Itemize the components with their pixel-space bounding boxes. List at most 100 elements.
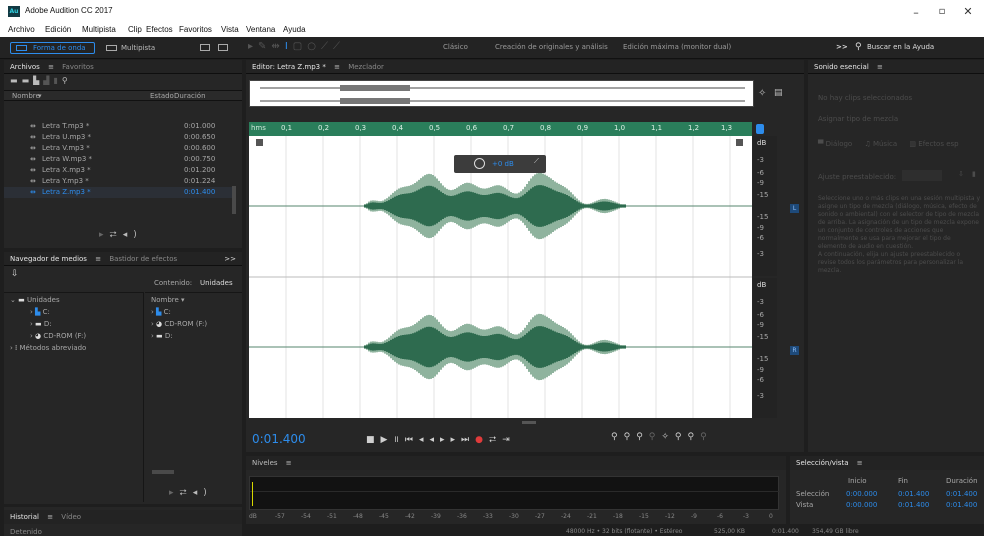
insert-into-multitrack-icon[interactable]: ▟: [43, 76, 53, 85]
tab-archivos[interactable]: Archivos: [10, 63, 40, 71]
menu-item-multipista[interactable]: Multipista: [82, 25, 116, 34]
zoom-in-amplitude-icon[interactable]: ⚲: [611, 432, 624, 442]
editor-menu-icon[interactable]: ≡: [334, 63, 340, 71]
play-icon[interactable]: ▶: [381, 435, 394, 445]
column-duration[interactable]: Duración: [174, 91, 206, 102]
razor-tool-icon[interactable]: ✎: [258, 41, 271, 52]
help-search-field[interactable]: ⚲ Buscar en la Ayuda: [853, 41, 979, 54]
new-file-icon[interactable]: ▙: [33, 76, 43, 85]
spot-heal-tool-icon[interactable]: ⟋: [333, 41, 345, 52]
archivos-menu-icon[interactable]: ≡: [48, 63, 54, 71]
preset-dropdown[interactable]: [902, 170, 942, 181]
maximize-button[interactable]: ▫: [932, 6, 952, 17]
volume-knob-icon[interactable]: [474, 158, 485, 169]
music-type-button[interactable]: ♫ Música: [864, 140, 897, 148]
file-row[interactable]: ⇹ Letra U.mp3 * 0:00.650: [4, 132, 232, 143]
workspace-clasico[interactable]: Clásico: [443, 43, 468, 51]
pitch-view-icon[interactable]: [218, 44, 228, 51]
time-selection-tool-icon[interactable]: I: [285, 41, 293, 52]
tab-video[interactable]: Vídeo: [61, 513, 81, 521]
tab-mezclador[interactable]: Mezclador: [348, 63, 384, 71]
minimize-button[interactable]: –: [906, 6, 926, 19]
menu-item-archivo[interactable]: Archivo: [8, 25, 35, 34]
tree-node-unidades[interactable]: ⌄ ▬ Unidades: [4, 295, 143, 306]
menu-item-edicion[interactable]: Edición: [45, 25, 71, 34]
waveform-area[interactable]: [249, 136, 752, 418]
column-name[interactable]: Nombre: [12, 91, 40, 102]
tab-bastidor-efectos[interactable]: Bastidor de efectos: [109, 255, 177, 263]
waveform-mode-button[interactable]: Forma de onda: [10, 42, 95, 54]
file-row-selected[interactable]: ⇹ Letra Z.mp3 * 0:01.400: [4, 187, 232, 198]
menu-item-favoritos[interactable]: Favoritos: [179, 25, 212, 34]
zoom-out-amplitude-icon[interactable]: ⚲: [624, 432, 637, 442]
menu-item-clip[interactable]: Clip: [128, 25, 142, 34]
sfx-type-button[interactable]: ▥ Efectos esp: [909, 140, 958, 148]
zoom-in-right-icon[interactable]: ⚲: [688, 432, 701, 442]
channel-l-button[interactable]: L: [790, 204, 799, 213]
media-list-header[interactable]: Nombre ▾: [145, 295, 242, 306]
pin-hud-icon[interactable]: ⟋: [534, 157, 539, 166]
hud-panel[interactable]: +0 dB ⟋: [454, 155, 546, 173]
file-row[interactable]: ⇹ Letra V.mp3 * 0:00.600: [4, 143, 232, 154]
media-list-item[interactable]: › ▬ D:: [145, 331, 242, 342]
go-to-end-icon[interactable]: ⏭: [461, 435, 475, 445]
tab-navegador-medios[interactable]: Navegador de medios: [10, 255, 87, 263]
column-state[interactable]: Estado: [150, 91, 174, 102]
multitrack-mode-button[interactable]: Multipista: [104, 42, 155, 54]
pause-icon[interactable]: ॥: [393, 435, 404, 445]
channel-r-button[interactable]: R: [790, 346, 799, 355]
tab-editor[interactable]: Editor: Letra Z.mp3 *: [252, 63, 326, 71]
slip-tool-icon[interactable]: ⇹: [271, 41, 284, 52]
dialog-type-button[interactable]: ▀ Diálogo: [818, 140, 852, 148]
media-hscroll[interactable]: [152, 470, 174, 474]
save-preset-icon[interactable]: ⇩: [958, 170, 964, 178]
menu-item-ayuda[interactable]: Ayuda: [283, 25, 306, 34]
file-row[interactable]: ⇹ Letra W.mp3 * 0:00.750: [4, 154, 232, 165]
essential-menu-icon[interactable]: ≡: [877, 63, 883, 71]
waveform-hscroll[interactable]: [522, 421, 536, 424]
time-display[interactable]: 0:01.400: [252, 432, 306, 446]
zoom-in-amplitude-icon[interactable]: ✧: [758, 88, 766, 99]
menu-item-vista[interactable]: Vista: [221, 25, 239, 34]
tree-node-shortcuts[interactable]: › ⁞ Métodos abreviado: [4, 343, 143, 354]
go-to-start-icon[interactable]: ⏮: [405, 435, 419, 445]
tree-node-d[interactable]: › ▬ D:: [4, 319, 143, 330]
play-preview-icon[interactable]: ▸: [99, 230, 110, 240]
close-file-icon[interactable]: ▮: [53, 76, 61, 85]
skip-selection-icon[interactable]: ⇥: [502, 435, 516, 445]
workspace-edicion-maxima[interactable]: Edición máxima (monitor dual): [623, 43, 731, 51]
spectral-view-icon[interactable]: [200, 44, 210, 51]
drives-icon[interactable]: ⇩: [11, 269, 19, 279]
tree-node-c[interactable]: › ▙ C:: [4, 307, 143, 318]
file-row[interactable]: ⇹ Letra Y.mp3 * 0:01.224: [4, 176, 232, 187]
marquee-tool-icon[interactable]: ▢: [293, 41, 307, 52]
panel-options-icon[interactable]: ▤: [774, 88, 783, 98]
record-icon[interactable]: ●: [475, 435, 489, 445]
zoom-selection-icon[interactable]: ✧: [661, 432, 675, 442]
media-autoplay-icon[interactable]: ◂): [193, 488, 213, 498]
selection-start-field[interactable]: 0:00.000: [846, 490, 877, 498]
units-dropdown[interactable]: Unidades: [200, 279, 233, 287]
zoom-in-time-icon[interactable]: ⚲: [636, 432, 649, 442]
overview-waveform[interactable]: [249, 80, 754, 107]
rewind-icon[interactable]: ◂◂: [419, 435, 440, 445]
open-file-icon[interactable]: ▬: [10, 76, 22, 85]
tab-historial[interactable]: Historial: [10, 513, 39, 521]
zoom-out-icon[interactable]: ⚲: [700, 432, 713, 442]
loop-preview-icon[interactable]: ⮂: [110, 230, 123, 240]
view-end-field[interactable]: 0:01.400: [898, 501, 929, 509]
stop-icon[interactable]: ■: [366, 435, 381, 445]
tree-node-cdrom[interactable]: › ◕ CD-ROM (F:): [4, 331, 143, 342]
workspace-overflow-chevrons[interactable]: >>: [836, 43, 848, 51]
media-list-item[interactable]: › ◕ CD-ROM (F:): [145, 319, 242, 330]
media-overflow-chevrons[interactable]: >>: [224, 252, 236, 266]
media-loop-icon[interactable]: ⮂: [180, 488, 193, 498]
autoplay-icon[interactable]: ◂): [123, 230, 143, 240]
selection-menu-icon[interactable]: ≡: [857, 459, 863, 467]
file-row[interactable]: ⇹ Letra T.mp3 * 0:01.000: [4, 121, 232, 132]
media-play-icon[interactable]: ▸: [169, 488, 180, 498]
history-menu-icon[interactable]: ≡: [47, 513, 53, 521]
selection-end-field[interactable]: 0:01.400: [898, 490, 929, 498]
move-tool-icon[interactable]: ▸: [248, 41, 258, 52]
media-list-item[interactable]: › ▙ C:: [145, 307, 242, 318]
